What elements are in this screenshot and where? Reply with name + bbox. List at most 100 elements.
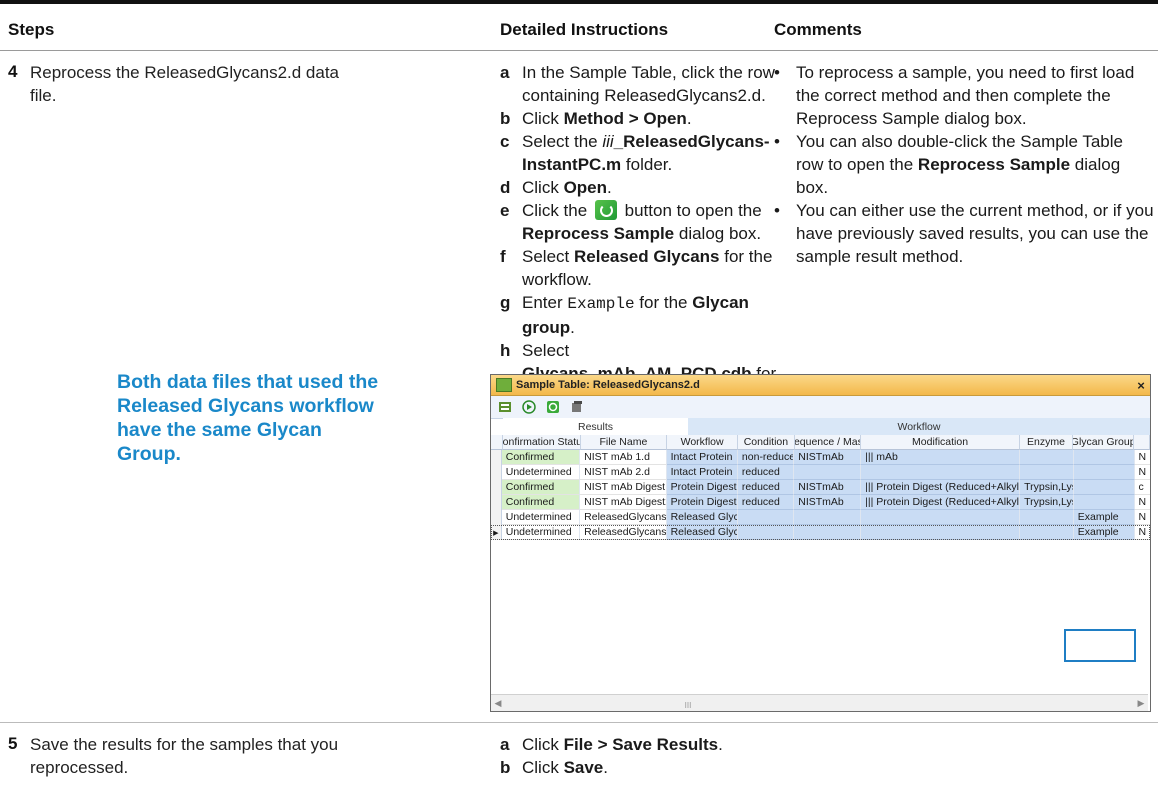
step-5-text: Save the results for the samples that yo… xyxy=(30,735,339,777)
row-selector[interactable] xyxy=(491,450,502,465)
comment-item: • You can either use the current method, … xyxy=(774,199,1154,268)
step-5-number: 5 xyxy=(8,734,18,753)
bullet-icon: • xyxy=(774,201,780,220)
callout-note: Both data files that used the Released G… xyxy=(117,371,379,465)
table-body: Confirmed NIST mAb 1.d Intact Protein non-r… xyxy=(491,450,1150,540)
table-row[interactable]: UndeterminedReleasedGlycans1.dReleased G… xyxy=(491,510,1150,525)
table-cell-workflow: Intact Protein xyxy=(666,465,738,480)
instruction-letter: b xyxy=(500,109,511,128)
comment-text: You can also double-click the Sample Tab… xyxy=(796,130,1154,199)
table-cell-workflow: Released Glycans xyxy=(666,525,738,540)
step-4-comments: • To reprocess a sample, you need to firs… xyxy=(774,61,1154,268)
close-button[interactable]: × xyxy=(1132,378,1150,393)
table-cell-condition: non-reduced xyxy=(737,450,795,465)
instruction-text: Enter Example for the Glycan group. xyxy=(522,291,790,339)
sample-table-window[interactable]: Sample Table: ReleasedGlycans2.d × Resul… xyxy=(490,374,1151,712)
instruction-item: c Select the iii_ReleasedGlycans-InstantP… xyxy=(500,130,790,176)
group-results: Results xyxy=(503,418,688,435)
text-run: . xyxy=(603,758,608,777)
table-cell-file: NIST mAb Digest.d xyxy=(580,480,667,495)
table-row[interactable]: ConfirmedNIST mAb Digest2.dProtein Diges… xyxy=(491,495,1150,510)
column-header[interactable]: File Name xyxy=(580,435,667,450)
table-cell-modification: ||| Protein Digest (Reduced+Alkylated) xyxy=(861,495,1021,510)
table-cell-condition: reduced xyxy=(737,465,795,480)
horizontal-scrollbar[interactable]: ◀ III ▶ xyxy=(491,694,1148,711)
table-cell-sequence: NISTmAb xyxy=(794,480,862,495)
table-cell-sequence: NISTmAb xyxy=(794,495,862,510)
row-selector[interactable] xyxy=(491,510,502,525)
row-selector[interactable] xyxy=(491,495,502,510)
row-selector[interactable] xyxy=(491,480,502,495)
step-4-text: Reprocess the ReleasedGlycans2.d data fi… xyxy=(30,63,340,105)
bullet-icon: • xyxy=(774,132,780,151)
table-row[interactable]: Confirmed NIST mAb Digest.d Protein Digest… xyxy=(491,480,1150,495)
text-run: . xyxy=(570,318,575,337)
text-run: Enter xyxy=(522,293,568,312)
table-cell-enzyme xyxy=(1020,525,1074,540)
text-run: . xyxy=(718,735,723,754)
column-header[interactable]: Workflow xyxy=(667,435,739,450)
text-run: In the Sample Table, click the row conta… xyxy=(522,63,775,105)
instruction-item: e Click the button to open the Reprocess … xyxy=(500,199,790,245)
instruction-text: Select the iii_ReleasedGlycans-InstantPC… xyxy=(522,130,790,176)
instruction-item: f Select Released Glycans for the workflo… xyxy=(500,245,790,291)
table-cell-extra: N xyxy=(1134,525,1150,540)
text-run: Example xyxy=(567,295,635,313)
run-icon[interactable] xyxy=(521,399,537,415)
table-cell-status: Confirmed xyxy=(501,480,581,495)
table-cell-glycan: Example xyxy=(1073,525,1135,540)
text-run: Click xyxy=(522,109,564,128)
table-cell-file: NIST mAb 2.d xyxy=(580,465,667,480)
instruction-item: a Click File > Save Results. xyxy=(500,733,790,756)
reprocess-icon[interactable] xyxy=(545,399,561,415)
text-run: dialog box. xyxy=(674,224,762,243)
table-cell-enzyme: Trypsin,LysC xyxy=(1020,480,1074,495)
instruction-letter: f xyxy=(500,247,506,266)
row-selector[interactable]: ▶ xyxy=(491,525,502,540)
text-run: button to open the xyxy=(619,201,762,220)
text-run: Select xyxy=(522,341,570,360)
table-cell-condition: reduced xyxy=(737,480,795,495)
text-run: Click xyxy=(522,758,564,777)
instruction-letter: a xyxy=(500,63,510,82)
instruction-letter: c xyxy=(500,132,510,151)
text-run: You can either use the current method, o… xyxy=(796,201,1154,266)
text-run: Click the xyxy=(522,201,592,220)
column-header[interactable]: Condition xyxy=(738,435,795,450)
comment-text: To reprocess a sample, you need to first… xyxy=(796,61,1154,130)
text-run: for the xyxy=(634,293,693,312)
instruction-text: Click Open. xyxy=(522,176,790,199)
sample-table-grid: Results Workflow Confirmation StatusFile… xyxy=(491,418,1150,540)
column-header[interactable]: Confirmation Status xyxy=(502,435,581,450)
table-cell-glycan xyxy=(1073,495,1135,510)
table-row[interactable]: Confirmed NIST mAb 1.d Intact Protein non-r… xyxy=(491,450,1150,465)
column-header[interactable]: Enzyme xyxy=(1019,435,1074,450)
table-row[interactable]: ▶UndeterminedReleasedGlycans2.dReleased … xyxy=(491,525,1150,540)
instruction-text: In the Sample Table, click the row conta… xyxy=(522,61,790,107)
table-row[interactable]: Undetermined NIST mAb 2.d Intact Protein re… xyxy=(491,465,1150,480)
scroll-left-icon[interactable]: ◀ xyxy=(491,698,505,709)
table-cell-workflow: Protein Digest xyxy=(666,480,738,495)
instruction-item: d Click Open. xyxy=(500,176,790,199)
row-selector[interactable] xyxy=(491,465,502,480)
table-cell-status: Undetermined xyxy=(501,465,581,480)
table-cell-workflow: Intact Protein xyxy=(666,450,738,465)
table-icon[interactable] xyxy=(497,399,513,415)
column-header[interactable]: Sequence / Mass xyxy=(794,435,862,450)
instruction-letter: b xyxy=(500,758,511,777)
text-run: iii xyxy=(602,132,614,151)
scroll-thumb[interactable]: III xyxy=(681,701,695,710)
table-cell-sequence xyxy=(794,510,862,525)
table-cell-workflow: Released Glycans xyxy=(666,510,738,525)
table-cell-sequence xyxy=(794,525,862,540)
instruction-letter: e xyxy=(500,201,510,220)
export-icon[interactable] xyxy=(569,399,585,415)
column-header[interactable]: Glycan Group xyxy=(1073,435,1135,450)
instruction-item: b Click Save. xyxy=(500,756,790,779)
group-workflow: Workflow xyxy=(688,418,1150,435)
scroll-right-icon[interactable]: ▶ xyxy=(1134,698,1148,709)
table-cell-file: ReleasedGlycans2.d xyxy=(580,525,667,540)
column-header[interactable]: Modification xyxy=(861,435,1020,450)
column-header-row: Confirmation StatusFile NameWorkflowCond… xyxy=(491,435,1150,450)
instruction-item: b Click Method > Open. xyxy=(500,107,790,130)
